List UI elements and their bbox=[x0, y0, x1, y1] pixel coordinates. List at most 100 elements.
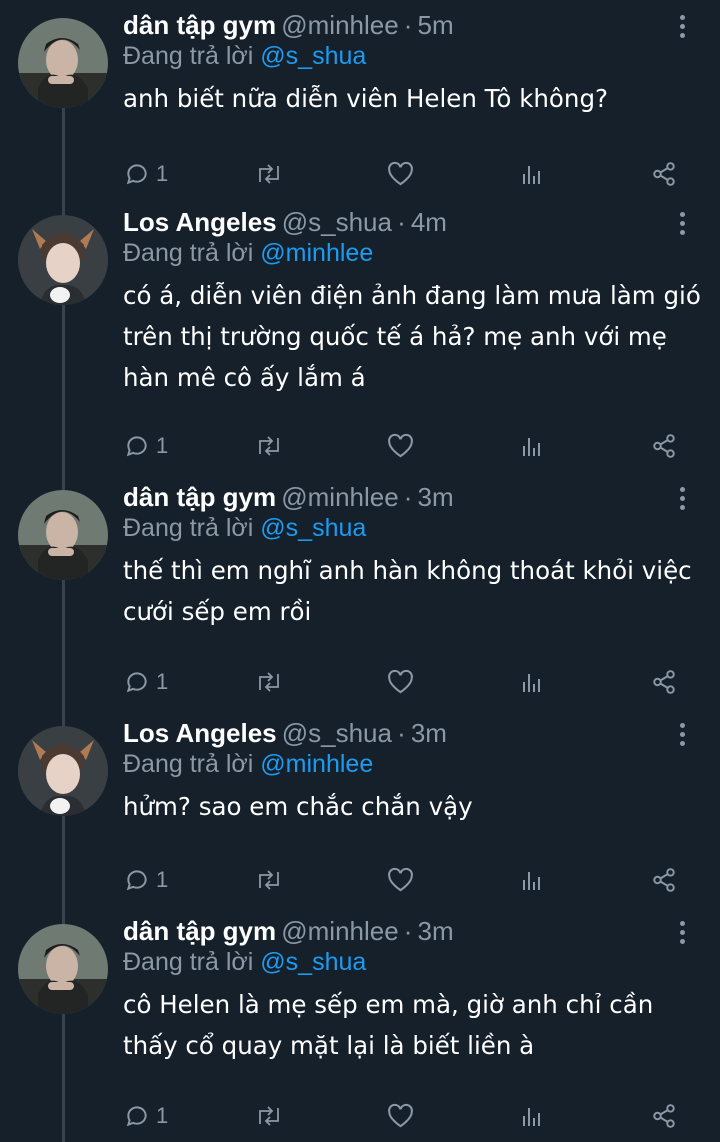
avatar-s-shua-icon bbox=[18, 726, 108, 816]
avatar[interactable] bbox=[18, 726, 108, 816]
timestamp[interactable]: 5m bbox=[418, 10, 454, 40]
reply-button[interactable]: 1 bbox=[124, 158, 168, 190]
tweet-text: có á, diễn viên điện ảnh đang làm mưa là… bbox=[123, 281, 701, 392]
reply-icon bbox=[126, 870, 147, 891]
separator-dot: · bbox=[403, 10, 413, 40]
more-icon[interactable] bbox=[672, 918, 692, 948]
share-button[interactable] bbox=[651, 864, 677, 896]
avatar-minhlee-icon bbox=[18, 490, 108, 580]
share-button[interactable] bbox=[651, 1100, 677, 1132]
like-icon bbox=[388, 867, 413, 892]
reply-to-link[interactable]: @minhlee bbox=[260, 239, 373, 267]
share-button[interactable] bbox=[651, 158, 677, 190]
reply-prefix: Đang trả lời bbox=[123, 239, 254, 267]
views-button[interactable] bbox=[520, 864, 544, 896]
like-icon bbox=[388, 1103, 413, 1128]
share-button[interactable] bbox=[651, 430, 677, 462]
handle[interactable]: @minhlee bbox=[281, 482, 398, 512]
like-icon bbox=[388, 433, 413, 458]
avatar[interactable] bbox=[18, 18, 108, 108]
separator-dot: · bbox=[397, 207, 406, 237]
avatar-minhlee-icon bbox=[18, 924, 108, 1014]
more-icon[interactable] bbox=[672, 720, 692, 750]
reply-button[interactable]: 1 bbox=[124, 864, 168, 896]
share-icon bbox=[653, 670, 675, 694]
reply-icon bbox=[126, 672, 147, 693]
more-icon[interactable] bbox=[672, 12, 692, 42]
more-icon[interactable] bbox=[672, 209, 692, 239]
reply-prefix: Đang trả lời bbox=[123, 948, 254, 976]
tweet-text: hửm? sao em chắc chắn vậy bbox=[123, 792, 473, 821]
timestamp[interactable]: 3m bbox=[418, 916, 454, 946]
display-name[interactable]: dân tập gym bbox=[123, 916, 276, 946]
display-name[interactable]: Los Angeles bbox=[123, 718, 277, 748]
avatar-minhlee-icon bbox=[18, 18, 108, 108]
reply-to-link[interactable]: @s_shua bbox=[260, 42, 366, 70]
more-icon[interactable] bbox=[672, 484, 692, 514]
tweet-header: dân tập gym @minhlee · 3m bbox=[123, 916, 454, 947]
reply-to-link[interactable]: @minhlee bbox=[260, 750, 373, 778]
retweet-button[interactable] bbox=[255, 666, 283, 698]
handle[interactable]: @s_shua bbox=[282, 207, 392, 237]
like-button[interactable] bbox=[387, 864, 414, 896]
share-icon bbox=[653, 434, 675, 458]
reply-count: 1 bbox=[156, 867, 169, 892]
tweet-header: Los Angeles @s_shua · 4m bbox=[123, 207, 447, 238]
separator-dot: · bbox=[397, 718, 406, 748]
views-button[interactable] bbox=[520, 158, 544, 190]
views-button[interactable] bbox=[520, 430, 544, 462]
retweet-button[interactable] bbox=[255, 158, 283, 190]
like-button[interactable] bbox=[387, 666, 414, 698]
like-button[interactable] bbox=[387, 1100, 414, 1132]
reply-button[interactable]: 1 bbox=[124, 1100, 168, 1132]
reply-count: 1 bbox=[156, 1103, 169, 1128]
like-button[interactable] bbox=[387, 158, 414, 190]
reply-prefix: Đang trả lời bbox=[123, 42, 254, 70]
retweet-icon bbox=[259, 870, 279, 890]
views-icon bbox=[523, 1108, 540, 1126]
views-button[interactable] bbox=[520, 666, 544, 698]
views-icon bbox=[523, 438, 540, 456]
display-name[interactable]: dân tập gym bbox=[123, 10, 276, 40]
display-name[interactable]: dân tập gym bbox=[123, 482, 276, 512]
reply-count: 1 bbox=[156, 433, 169, 458]
tweet-header: dân tập gym @minhlee · 3m bbox=[123, 482, 454, 513]
display-name[interactable]: Los Angeles bbox=[123, 207, 277, 237]
tweet-header: Los Angeles @s_shua · 3m bbox=[123, 718, 447, 749]
reply-button[interactable]: 1 bbox=[124, 430, 168, 462]
handle[interactable]: @s_shua bbox=[282, 718, 392, 748]
timestamp[interactable]: 4m bbox=[411, 207, 447, 237]
reply-context: Đang trả lời @s_shua bbox=[123, 948, 366, 977]
tweet-text: thế thì em nghĩ anh hàn không thoát khỏi… bbox=[123, 556, 692, 626]
tweet-header: dân tập gym @minhlee · 5m bbox=[123, 10, 454, 41]
avatar-s-shua-icon bbox=[18, 215, 108, 305]
like-button[interactable] bbox=[387, 430, 414, 462]
reply-prefix: Đang trả lời bbox=[123, 514, 254, 542]
reply-button[interactable]: 1 bbox=[124, 666, 168, 698]
separator-dot: · bbox=[403, 916, 413, 946]
reply-to-link[interactable]: @s_shua bbox=[260, 948, 366, 976]
handle[interactable]: @minhlee bbox=[281, 916, 398, 946]
like-icon bbox=[388, 161, 413, 186]
views-button[interactable] bbox=[520, 1100, 544, 1132]
retweet-button[interactable] bbox=[255, 1100, 283, 1132]
retweet-icon bbox=[259, 164, 279, 184]
reply-count: 1 bbox=[156, 161, 169, 186]
retweet-button[interactable] bbox=[255, 430, 283, 462]
timestamp[interactable]: 3m bbox=[411, 718, 447, 748]
avatar[interactable] bbox=[18, 215, 108, 305]
action-bar: 1 bbox=[0, 158, 720, 190]
reply-icon bbox=[126, 164, 147, 185]
action-bar: 1 bbox=[0, 1100, 720, 1132]
action-bar: 1 bbox=[0, 864, 720, 896]
handle[interactable]: @minhlee bbox=[281, 10, 398, 40]
reply-to-link[interactable]: @s_shua bbox=[260, 514, 366, 542]
share-button[interactable] bbox=[651, 666, 677, 698]
timestamp[interactable]: 3m bbox=[418, 482, 454, 512]
avatar[interactable] bbox=[18, 924, 108, 1014]
reply-context: Đang trả lời @s_shua bbox=[123, 42, 366, 71]
retweet-button[interactable] bbox=[255, 864, 283, 896]
avatar[interactable] bbox=[18, 490, 108, 580]
reply-icon bbox=[126, 436, 147, 457]
share-icon bbox=[653, 1104, 675, 1128]
